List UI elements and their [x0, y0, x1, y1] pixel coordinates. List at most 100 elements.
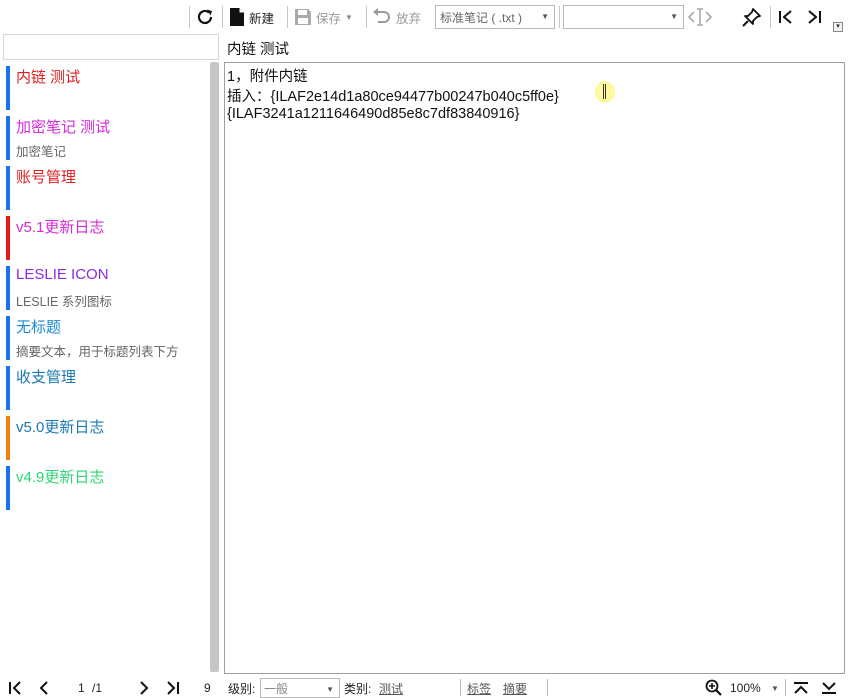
toolbar: 新建 保存 ▼ 放弃 标准笔记 ( .txt ) ▼ ▼ ▾: [0, 0, 852, 34]
status-bar: 1 /1 9 级别: 一般 ▼ 类别: 测试 标签 摘要 100% ▼: [0, 676, 852, 698]
note-title-field[interactable]: 内链 测试: [227, 36, 827, 60]
note-summary: 摘要文本，用于标题列表下方: [16, 345, 179, 359]
page-current: 1: [78, 681, 85, 695]
note-summary: 加密笔记: [16, 145, 67, 159]
chevron-down-icon: ▼: [326, 685, 334, 694]
note-title: 加密笔记 测试: [16, 119, 111, 136]
new-note-button[interactable]: 新建: [229, 6, 274, 28]
note-editor[interactable]: 1，附件内链 插入：{ILAF2e14d1a80ce94477b00247b04…: [224, 62, 845, 674]
editor-line: {ILAF3241a1211646490d85e8c7df83840916}: [227, 106, 520, 122]
chevron-right-icon: [140, 681, 149, 695]
first-page-button[interactable]: [8, 679, 24, 697]
editor-line: 插入：{ILAF2e14d1a80ce94477b00247b040c5ff0e…: [227, 89, 559, 105]
note-title: 收支管理: [16, 369, 77, 386]
note-color-bar: [6, 366, 10, 410]
editor-line: 1，附件内链: [227, 69, 308, 85]
toolbar-separator: [559, 6, 560, 28]
summary-link[interactable]: 摘要: [503, 679, 527, 697]
note-color-bar: [6, 66, 10, 110]
note-summary: LESLIE 系列图标: [16, 295, 112, 309]
toolbar-separator: [222, 6, 223, 28]
save-dropdown-arrow[interactable]: ▼: [345, 13, 353, 22]
scroll-to-top-icon: [794, 682, 808, 694]
category-label: 类别:: [344, 681, 372, 696]
zoom-button[interactable]: [705, 679, 723, 697]
tags-link[interactable]: 标签: [467, 679, 491, 697]
last-page-button[interactable]: [164, 679, 180, 697]
skip-first-icon: [779, 10, 792, 24]
save-label: 保存: [316, 11, 342, 26]
status-separator: [785, 679, 786, 696]
note-title: LESLIE ICON: [16, 266, 109, 283]
note-list-scrollbar[interactable]: [210, 62, 219, 672]
chevron-down-icon: ▼: [541, 12, 549, 21]
note-color-bar: [6, 466, 10, 510]
discard-button[interactable]: 放弃: [372, 6, 421, 28]
skip-last-icon: [167, 681, 179, 695]
note-title: v4.9更新日志: [16, 469, 105, 486]
toolbar-separator: [189, 6, 190, 28]
zoom-in-icon: [705, 679, 722, 696]
note-format-value: 标准笔记 ( .txt ): [440, 10, 522, 25]
note-format-select[interactable]: 标准笔记 ( .txt ) ▼: [435, 5, 555, 29]
level-select[interactable]: 一般 ▼: [260, 678, 340, 698]
note-list-item[interactable]: 收支管理: [0, 364, 208, 412]
note-title: 无标题: [16, 319, 62, 336]
search-input[interactable]: [3, 34, 219, 60]
note-title: 内链 测试: [16, 69, 81, 86]
note-title: 账号管理: [16, 169, 77, 186]
toolbar-separator: [366, 6, 367, 28]
scroll-to-bottom-icon: [822, 682, 836, 694]
chevron-left-icon: [39, 681, 48, 695]
note-color-bar: [6, 316, 10, 360]
pin-button[interactable]: [742, 6, 762, 28]
note-list-item[interactable]: 加密笔记 测试 加密笔记: [0, 114, 208, 162]
skip-last-icon: [808, 10, 821, 24]
note-list-item[interactable]: 无标题 摘要文本，用于标题列表下方: [0, 314, 208, 362]
toolbar-separator: [770, 6, 771, 28]
next-page-button[interactable]: [138, 679, 150, 697]
text-align-button[interactable]: [688, 6, 712, 28]
note-title: v5.1更新日志: [16, 219, 105, 236]
page-total: /1: [92, 681, 103, 695]
note-color-bar: [6, 166, 10, 210]
prev-page-button[interactable]: [38, 679, 50, 697]
toolbar-separator: [287, 6, 288, 28]
note-list-item[interactable]: 内链 测试: [0, 64, 208, 112]
skip-first-icon: [9, 681, 21, 695]
refresh-button[interactable]: [195, 6, 215, 28]
toolbar-overflow-button[interactable]: ▾: [833, 22, 843, 32]
status-separator: [460, 679, 461, 696]
note-list: 内链 测试 加密笔记 测试 加密笔记 账号管理 v5.1更新日志 LESLIE …: [0, 64, 208, 670]
new-document-icon: [230, 8, 244, 26]
ibeam-cursor-icon: [603, 84, 606, 99]
last-note-button[interactable]: [805, 6, 823, 28]
text-cursor-highlight: [595, 81, 615, 103]
discard-label: 放弃: [396, 11, 422, 26]
zoom-dropdown-arrow[interactable]: ▼: [771, 679, 779, 697]
note-list-item[interactable]: LESLIE ICON LESLIE 系列图标: [0, 264, 208, 312]
save-button[interactable]: 保存 ▼: [294, 6, 353, 28]
refresh-icon: [197, 9, 213, 25]
note-list-item[interactable]: v5.1更新日志: [0, 214, 208, 262]
note-title: v5.0更新日志: [16, 419, 105, 436]
zoom-level[interactable]: 100%: [730, 679, 761, 697]
save-icon: [295, 9, 311, 25]
category-link[interactable]: 测试: [379, 679, 403, 697]
note-color-bar: [6, 266, 10, 310]
scroll-bottom-button[interactable]: [821, 679, 837, 697]
level-value: 一般: [264, 681, 289, 696]
pin-icon: [742, 8, 761, 27]
note-list-item[interactable]: 账号管理: [0, 164, 208, 212]
scroll-top-button[interactable]: [793, 679, 809, 697]
note-count: 9: [204, 681, 211, 695]
note-list-item[interactable]: v4.9更新日志: [0, 464, 208, 512]
note-list-item[interactable]: v5.0更新日志: [0, 414, 208, 462]
new-note-label: 新建: [249, 11, 275, 26]
first-note-button[interactable]: [777, 6, 795, 28]
note-color-bar: [6, 416, 10, 460]
secondary-select[interactable]: ▼: [563, 5, 684, 29]
note-color-bar: [6, 216, 10, 260]
level-label: 级别:: [228, 681, 256, 696]
undo-icon: [373, 8, 390, 23]
